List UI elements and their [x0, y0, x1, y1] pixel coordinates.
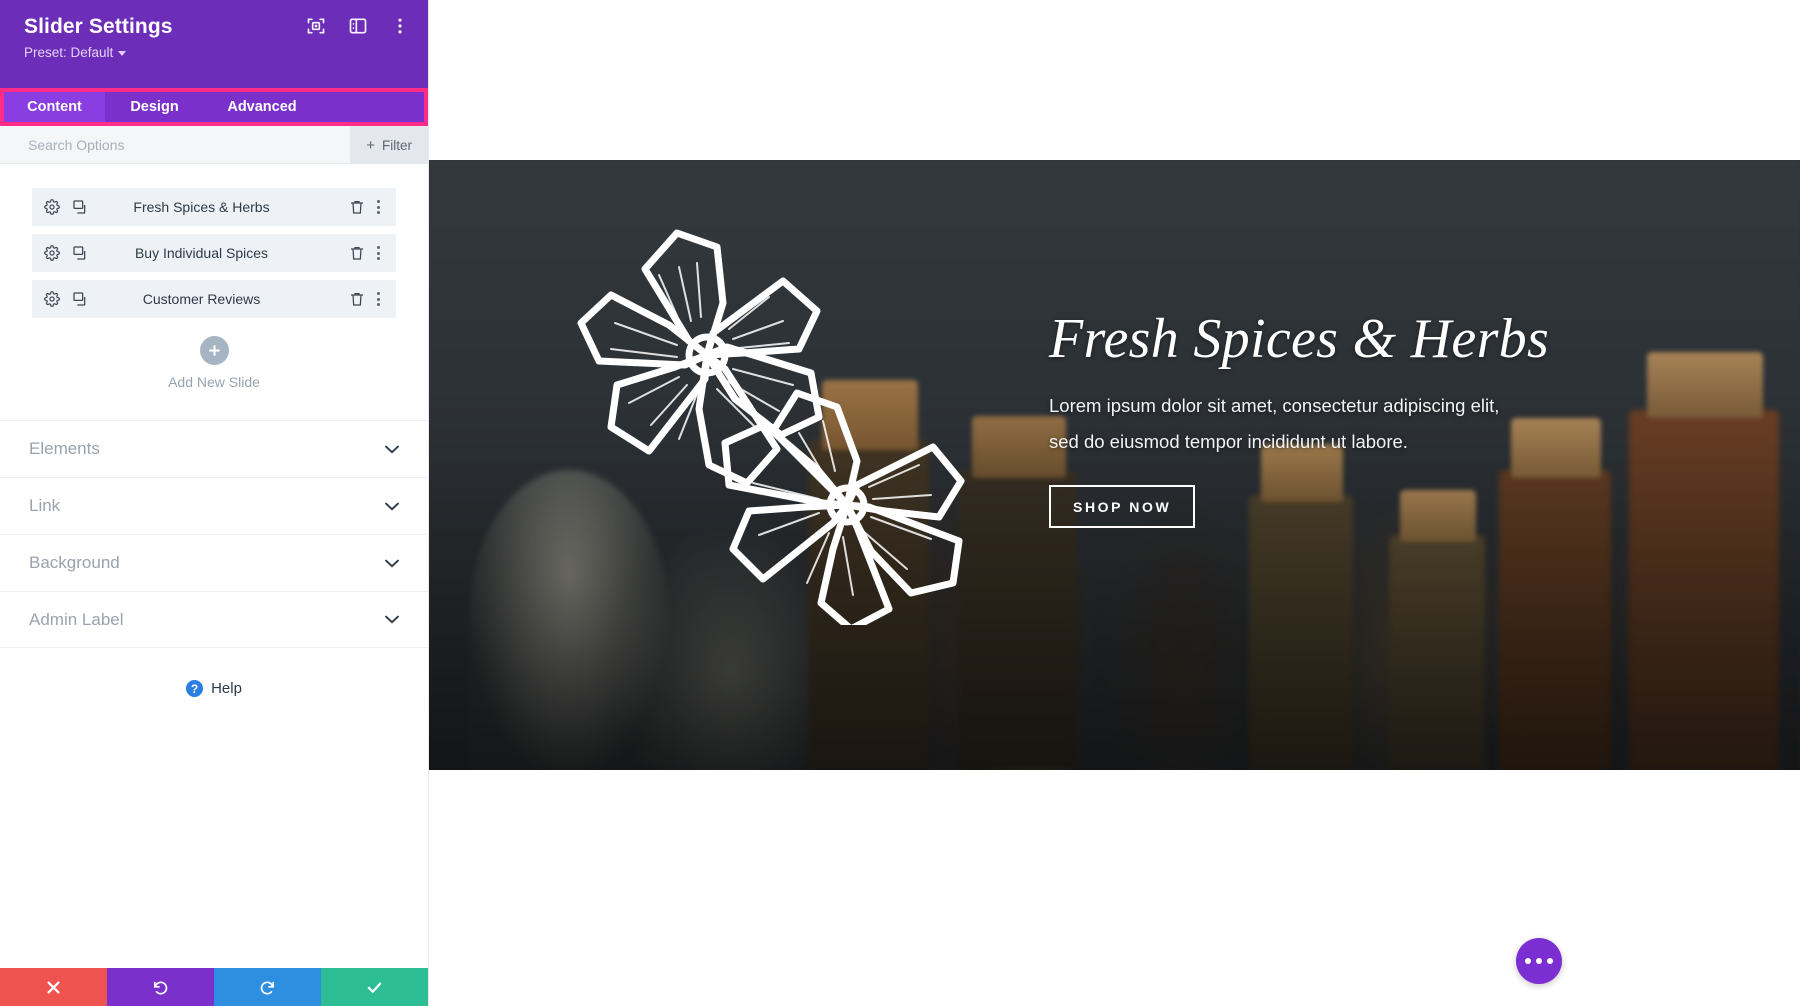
page-settings-fab[interactable]	[1516, 938, 1562, 984]
settings-sections: Elements Link Background Admin Label	[0, 420, 428, 648]
section-elements[interactable]: Elements	[0, 420, 428, 477]
more-vertical-icon[interactable]	[373, 244, 384, 262]
chevron-down-icon	[385, 615, 399, 624]
layout-panel-icon[interactable]	[348, 16, 368, 36]
panel-body: Fresh Spices & Herbs Buy Individual Spic…	[0, 164, 428, 968]
help-label: Help	[211, 680, 242, 697]
save-button[interactable]	[321, 968, 428, 1006]
cancel-button[interactable]	[0, 968, 107, 1006]
slide-row-actions-left	[44, 291, 88, 307]
slide-heading: Fresh Spices & Herbs	[1049, 308, 1550, 370]
filter-button[interactable]: + Filter	[350, 126, 428, 164]
question-mark-icon: ?	[186, 680, 204, 697]
tab-content[interactable]: Content	[4, 92, 105, 122]
preset-selector[interactable]: Preset: Default	[24, 45, 127, 60]
slide-row-actions-left	[44, 199, 88, 215]
panel-header: Slider Settings Preset: Default	[0, 0, 428, 88]
panel-header-actions	[306, 16, 410, 36]
settings-tabbar-highlight: Content Design Advanced	[0, 88, 428, 126]
table-row[interactable]: Buy Individual Spices	[32, 234, 396, 272]
gear-icon[interactable]	[44, 291, 60, 307]
slide-text-content: Fresh Spices & Herbs Lorem ipsum dolor s…	[1049, 308, 1609, 529]
panel-footer	[0, 968, 428, 1006]
slide-row-actions-right	[349, 290, 384, 308]
section-label: Background	[29, 553, 120, 572]
filter-label: Filter	[382, 137, 412, 153]
duplicate-icon[interactable]	[72, 199, 88, 215]
more-vertical-icon[interactable]	[373, 198, 384, 216]
section-label: Elements	[29, 439, 100, 458]
plus-icon	[199, 336, 229, 365]
trash-icon[interactable]	[349, 245, 365, 261]
duplicate-icon[interactable]	[72, 291, 88, 307]
search-input[interactable]	[28, 136, 278, 153]
settings-tabbar: Content Design Advanced	[4, 92, 424, 122]
add-new-slide-label: Add New Slide	[168, 374, 260, 390]
more-vertical-icon[interactable]	[390, 16, 410, 36]
section-background[interactable]: Background	[0, 534, 428, 591]
slide-body-line-1: Lorem ipsum dolor sit amet, consectetur …	[1049, 395, 1500, 417]
help-link[interactable]: ? Help	[0, 680, 428, 697]
undo-button[interactable]	[107, 968, 214, 1006]
section-label: Admin Label	[29, 609, 124, 629]
star-anise-illustration	[577, 229, 965, 625]
slide-row-actions-left	[44, 245, 88, 261]
chevron-down-icon	[385, 445, 399, 454]
chevron-down-icon	[385, 559, 399, 568]
redo-button[interactable]	[214, 968, 321, 1006]
slide-label: Customer Reviews	[142, 291, 261, 307]
dot-3	[1547, 958, 1553, 964]
trash-icon[interactable]	[349, 291, 365, 307]
dot-1	[1525, 958, 1531, 964]
gear-icon[interactable]	[44, 245, 60, 261]
dot-2	[1536, 958, 1542, 964]
more-vertical-icon[interactable]	[373, 290, 384, 308]
section-link[interactable]: Link	[0, 477, 428, 534]
search-row: + Filter	[0, 126, 428, 164]
slide-label: Buy Individual Spices	[134, 245, 269, 261]
chevron-down-icon	[385, 502, 399, 511]
builder-screen: Slider Settings Preset: Default Content …	[0, 0, 1800, 1006]
slide-label: Fresh Spices & Herbs	[133, 199, 270, 215]
tab-design[interactable]: Design	[105, 92, 204, 122]
slide-row-actions-right	[349, 198, 384, 216]
table-row[interactable]: Fresh Spices & Herbs	[32, 188, 396, 226]
trash-icon[interactable]	[349, 199, 365, 215]
shop-now-button[interactable]: SHOP NOW	[1049, 485, 1196, 529]
preset-label: Preset: Default	[24, 45, 114, 60]
tab-advanced[interactable]: Advanced	[204, 92, 320, 122]
slide-row-actions-right	[349, 244, 384, 262]
duplicate-icon[interactable]	[72, 245, 88, 261]
gear-icon[interactable]	[44, 199, 60, 215]
slide-body-line-2: sed do eiusmod tempor incididunt ut labo…	[1049, 431, 1408, 453]
section-admin-label[interactable]: Admin Label	[0, 591, 428, 648]
add-new-slide-button[interactable]: Add New Slide	[32, 336, 396, 390]
slides-list: Fresh Spices & Herbs Buy Individual Spic…	[0, 164, 428, 390]
chevron-down-icon	[118, 51, 127, 56]
table-row[interactable]: Customer Reviews	[32, 280, 396, 318]
page-preview-stage: Fresh Spices & Herbs Lorem ipsum dolor s…	[429, 0, 1800, 1006]
focus-icon[interactable]	[306, 16, 326, 36]
section-label: Link	[29, 496, 61, 515]
plus-icon: +	[366, 136, 375, 154]
slider-settings-panel: Slider Settings Preset: Default Content …	[0, 0, 429, 1006]
slider-module-preview[interactable]: Fresh Spices & Herbs Lorem ipsum dolor s…	[429, 160, 1800, 770]
